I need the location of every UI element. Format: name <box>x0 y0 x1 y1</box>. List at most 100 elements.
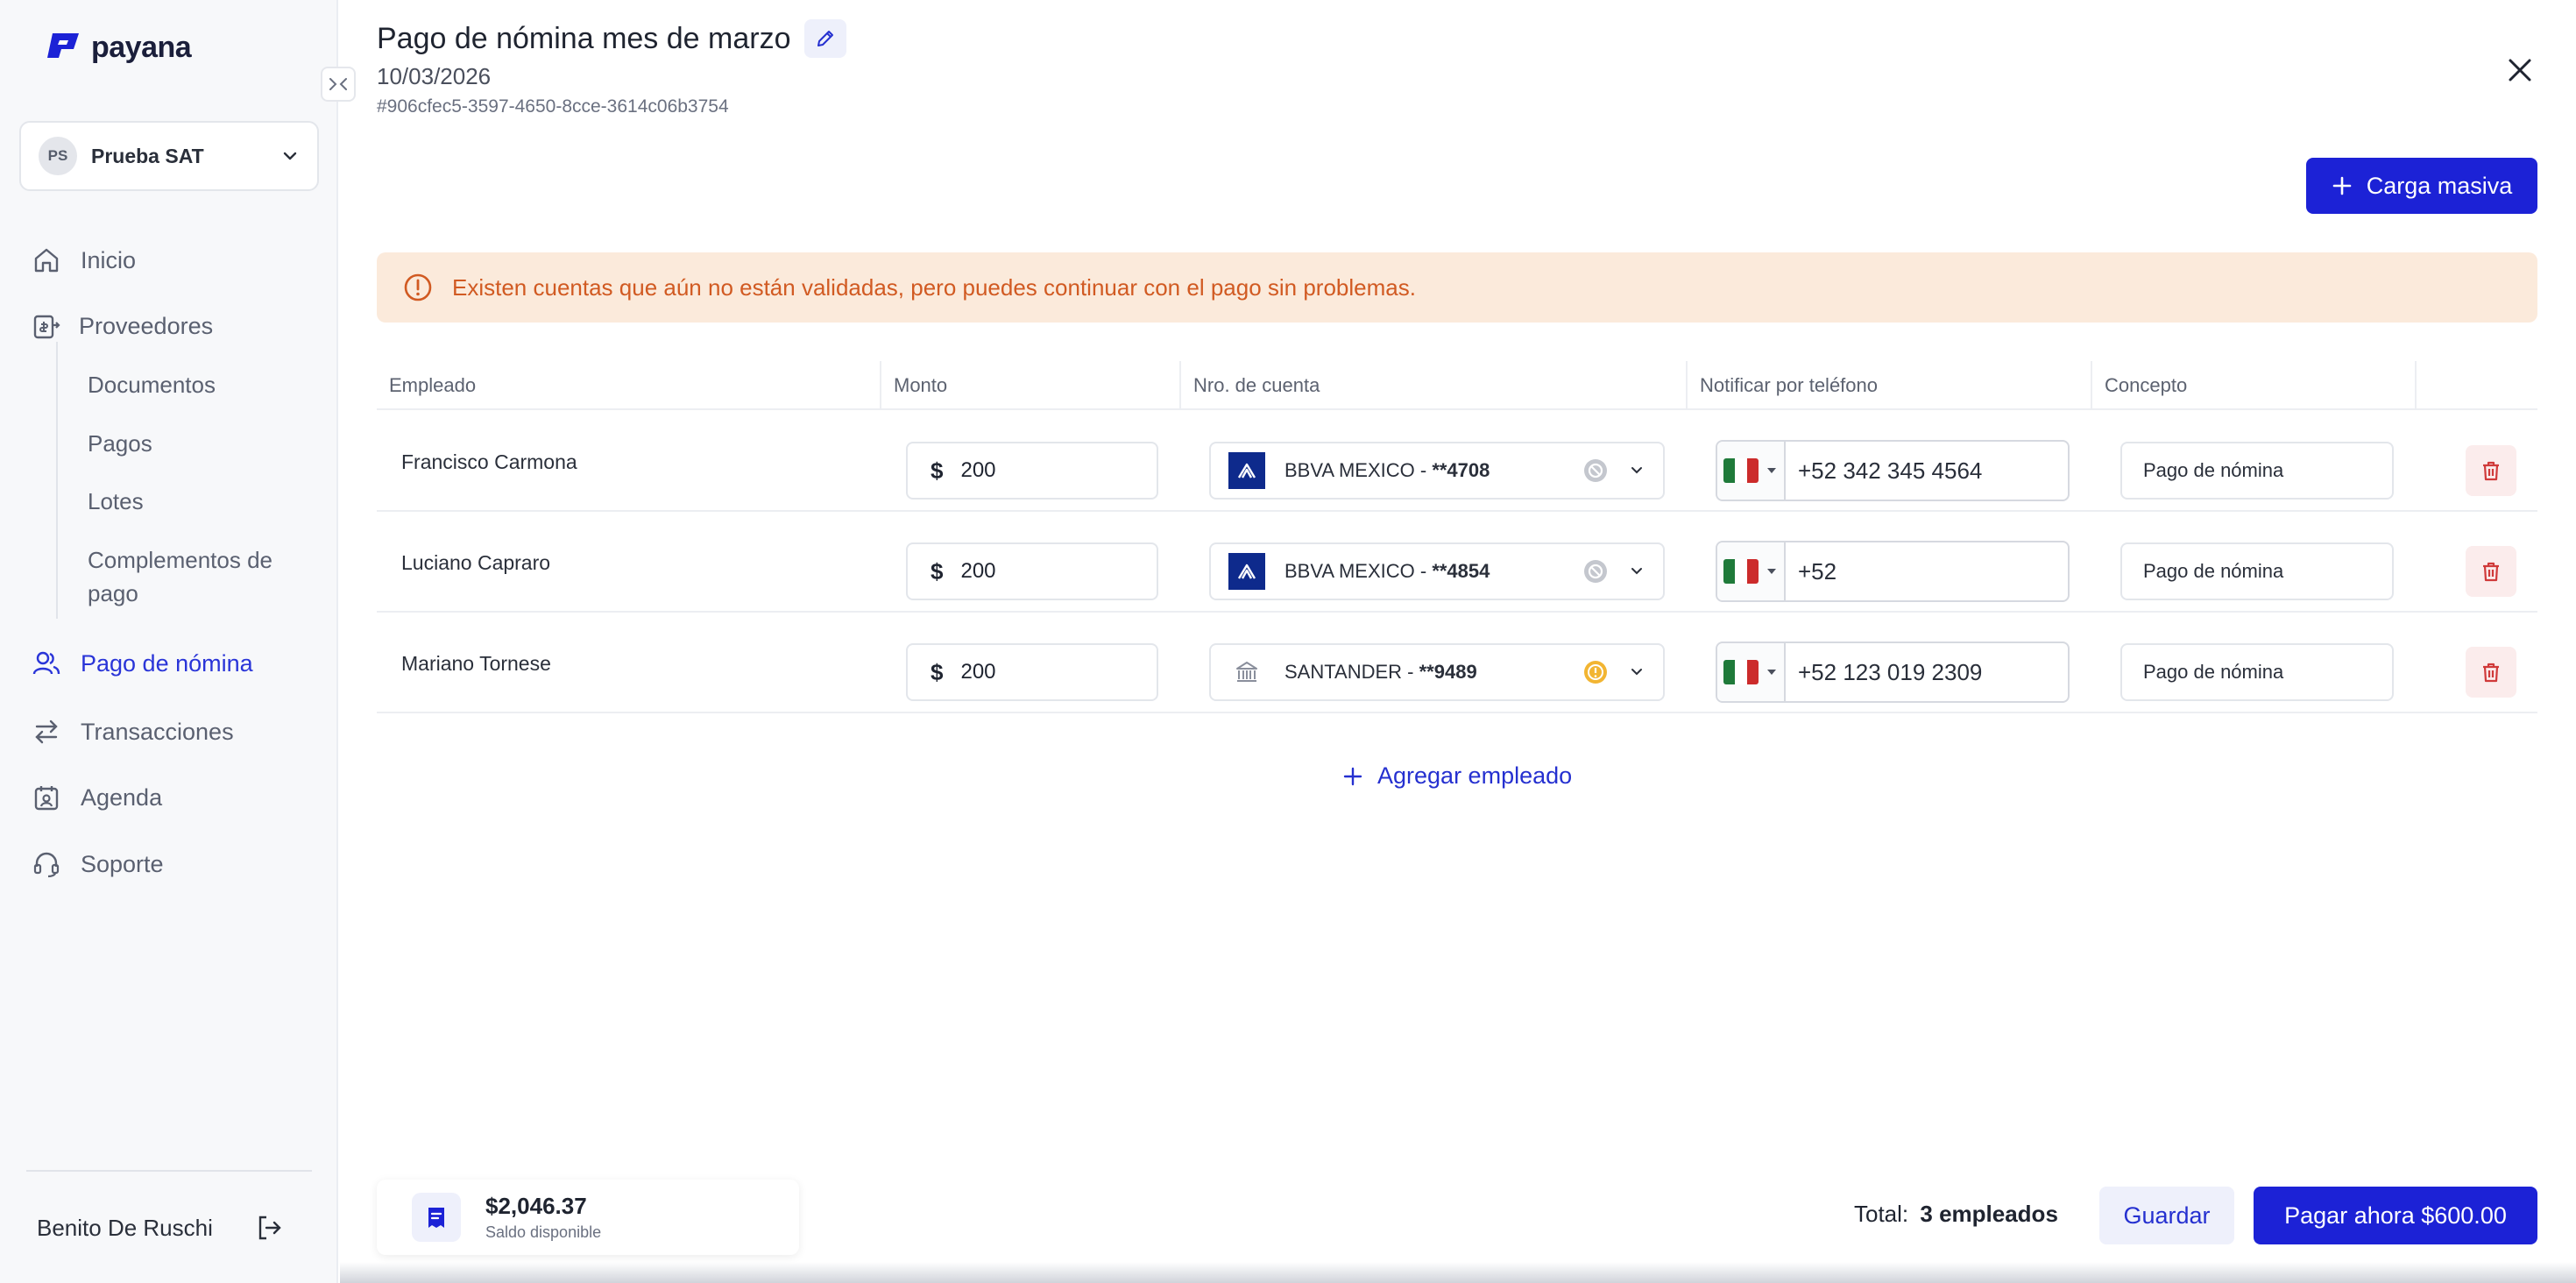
amount-input[interactable]: $ 200 <box>906 643 1158 701</box>
table-row: Mariano Tornese $ 200 SANTANDER - **9489… <box>377 613 2537 713</box>
bulk-upload-button[interactable]: Carga masiva <box>2306 158 2537 214</box>
alert-text: Existen cuentas que aún no están validad… <box>452 273 1416 301</box>
trash-icon <box>2483 663 2499 683</box>
chevron-down-icon <box>283 152 297 160</box>
trash-icon <box>2483 461 2499 481</box>
company-avatar: PS <box>39 137 77 175</box>
subnav-line <box>56 342 58 619</box>
sidebar-item-inicio[interactable]: Inicio <box>32 245 136 275</box>
country-code-select[interactable] <box>1717 442 1786 500</box>
collapse-sidebar-button[interactable] <box>321 67 356 102</box>
page-date: 10/03/2026 <box>377 63 492 89</box>
sidebar-item-proveedores[interactable]: Proveedores <box>32 311 213 341</box>
pencil-icon <box>817 31 834 46</box>
table-row: Francisco Carmona $ 200 BBVA MEXICO - **… <box>377 412 2537 512</box>
bbva-logo-icon <box>1228 452 1265 489</box>
concept-input[interactable]: Pago de nómina <box>2120 442 2394 500</box>
close-icon[interactable] <box>2504 54 2536 86</box>
validation-alert: Existen cuentas que aún no están validad… <box>377 252 2537 323</box>
dollar-icon: $ <box>931 557 944 585</box>
amount-input[interactable]: $ 200 <box>906 442 1158 500</box>
column-header-telefono: Notificar por teléfono <box>1700 374 1878 396</box>
users-icon <box>32 651 60 675</box>
caret-down-icon <box>1767 670 1776 675</box>
trash-icon <box>2483 562 2499 582</box>
sidebar-item-label: Proveedores <box>79 312 214 339</box>
column-header-concepto: Concepto <box>2105 374 2188 396</box>
country-code-select[interactable] <box>1717 643 1786 701</box>
page-title: Pago de nómina mes de marzo <box>377 21 791 55</box>
sidebar-subitem-complementos[interactable]: Complementos de pago <box>88 543 272 610</box>
sidebar-item-agenda[interactable]: Agenda <box>32 783 162 812</box>
account-select[interactable]: BBVA MEXICO - **4708 <box>1209 442 1665 500</box>
supplier-icon <box>33 315 60 339</box>
add-employee-button[interactable]: Agregar empleado <box>1342 762 1572 790</box>
sidebar-divider <box>26 1170 312 1172</box>
save-button[interactable]: Guardar <box>2099 1187 2234 1244</box>
delete-row-button[interactable] <box>2466 546 2516 597</box>
phone-value: +52 342 345 4564 <box>1798 457 1983 484</box>
employee-name: Mariano Tornese <box>401 651 551 675</box>
balance-label: Saldo disponible <box>485 1223 602 1241</box>
sidebar-subitem-pagos[interactable]: Pagos <box>88 427 152 460</box>
add-employee-label: Agregar empleado <box>1377 762 1573 789</box>
country-code-select[interactable] <box>1717 542 1786 600</box>
chevron-down-icon <box>1631 467 1642 474</box>
sidebar-subitem-label: Complementos de <box>88 547 272 573</box>
home-icon <box>34 248 59 273</box>
company-name: Prueba SAT <box>91 144 204 167</box>
phone-input[interactable]: +52 342 345 4564 <box>1716 440 2070 501</box>
phone-input[interactable]: +52 <box>1716 541 2070 602</box>
warning-status-icon <box>1584 661 1607 684</box>
plus-icon <box>2332 176 2352 195</box>
total-summary: Total: 3 empleados <box>1854 1201 2058 1228</box>
mexico-flag-icon <box>1723 660 1759 684</box>
sidebar-item-soporte[interactable]: Soporte <box>32 849 164 879</box>
brand-name: payana <box>91 30 192 64</box>
column-divider <box>2415 361 2417 410</box>
logout-icon[interactable] <box>254 1213 284 1243</box>
delete-row-button[interactable] <box>2466 647 2516 698</box>
balance-amount: $2,046.37 <box>485 1193 587 1219</box>
bank-icon <box>1228 654 1265 691</box>
receipt-icon <box>412 1193 461 1242</box>
concept-input[interactable]: Pago de nómina <box>2120 542 2394 600</box>
phone-value: +52 <box>1798 557 1837 585</box>
table-header: Empleado Monto Nro. de cuenta Notificar … <box>377 361 2537 410</box>
pay-now-button[interactable]: Pagar ahora $600.00 <box>2254 1187 2537 1244</box>
account-select[interactable]: BBVA MEXICO - **4854 <box>1209 542 1665 600</box>
chevron-down-icon <box>1631 669 1642 676</box>
sidebar-item-transacciones[interactable]: Transacciones <box>32 717 234 747</box>
delete-row-button[interactable] <box>2466 445 2516 496</box>
amount-input[interactable]: $ 200 <box>906 542 1158 600</box>
payana-logo[interactable]: payana <box>44 30 192 65</box>
page-id: #906cfec5-3597-4650-8cce-3614c06b3754 <box>377 96 729 117</box>
plus-icon <box>1343 767 1362 785</box>
employee-name: Francisco Carmona <box>401 450 577 473</box>
sidebar-subitem-documentos[interactable]: Documentos <box>88 368 216 401</box>
edit-title-button[interactable] <box>804 19 847 58</box>
company-selector[interactable]: PS Prueba SAT <box>19 121 319 191</box>
amount-value: 200 <box>960 559 996 583</box>
status-icon <box>1584 560 1607 583</box>
mexico-flag-icon <box>1723 458 1759 483</box>
phone-value: +52 123 019 2309 <box>1798 658 1983 685</box>
caret-down-icon <box>1767 569 1776 574</box>
payana-logo-icon <box>47 33 79 58</box>
column-header-monto: Monto <box>894 374 948 396</box>
account-select[interactable]: SANTANDER - **9489 <box>1209 643 1665 701</box>
amount-value: 200 <box>960 660 996 684</box>
sidebar-subitem-lotes[interactable]: Lotes <box>88 485 144 518</box>
phone-input[interactable]: +52 123 019 2309 <box>1716 642 2070 703</box>
chevron-down-icon <box>1631 568 1642 575</box>
account-label: BBVA MEXICO - **4854 <box>1284 560 1490 582</box>
balance-card: $2,046.37 Saldo disponible <box>377 1180 799 1255</box>
caret-down-icon <box>1767 468 1776 473</box>
user-name: Benito De Ruschi <box>37 1215 213 1241</box>
sidebar-item-label: Agenda <box>81 783 163 811</box>
total-value: 3 empleados <box>1920 1201 2058 1227</box>
table-row: Luciano Capraro $ 200 BBVA MEXICO - **48… <box>377 513 2537 613</box>
sidebar-item-pago-nomina[interactable]: Pago de nómina <box>32 649 253 678</box>
concept-input[interactable]: Pago de nómina <box>2120 643 2394 701</box>
sidebar: payana PS Prueba SAT Inicio Proveedores … <box>0 0 338 1283</box>
